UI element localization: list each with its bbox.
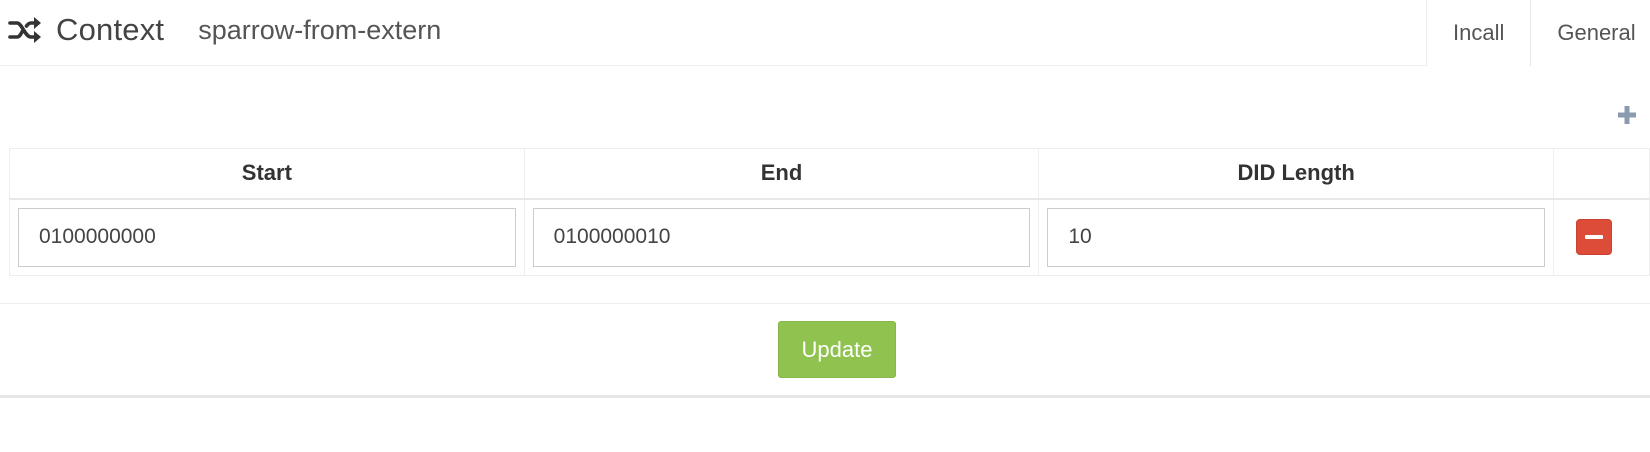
cell-end [523, 198, 1040, 276]
table-row [9, 198, 1650, 276]
minus-icon [1584, 235, 1603, 239]
table-header-row: Start End DID Length [9, 148, 1650, 200]
tab-bar: Incall General [1426, 0, 1650, 66]
column-header-did-length: DID Length [1038, 148, 1554, 200]
did-length-input[interactable] [1047, 207, 1545, 267]
update-button[interactable]: Update [778, 321, 896, 378]
column-header-actions [1552, 148, 1650, 200]
add-row-button[interactable] [1616, 104, 1638, 126]
remove-row-button[interactable] [1575, 219, 1612, 255]
divider [0, 303, 1650, 304]
tab-incall-label: Incall [1453, 20, 1505, 45]
tab-general[interactable]: General [1530, 0, 1650, 66]
column-header-end: End [523, 148, 1040, 200]
page-header: Context sparrow-from-extern Incall Gener… [0, 0, 1650, 66]
tab-general-label: General [1557, 20, 1636, 45]
title-wrap: Context sparrow-from-extern [8, 8, 441, 52]
cell-actions [1552, 198, 1650, 276]
cell-did-length [1038, 198, 1554, 276]
tab-incall[interactable]: Incall [1426, 0, 1531, 66]
shuffle-icon [8, 13, 42, 47]
page-title: Context [56, 12, 165, 47]
context-name: sparrow-from-extern [198, 14, 442, 45]
incall-table: Start End DID Length [9, 148, 1650, 276]
end-input[interactable] [532, 207, 1031, 267]
start-input[interactable] [18, 207, 516, 267]
plus-icon [1616, 106, 1638, 130]
cell-start [9, 198, 525, 276]
column-header-start: Start [9, 148, 525, 200]
divider [0, 395, 1650, 398]
